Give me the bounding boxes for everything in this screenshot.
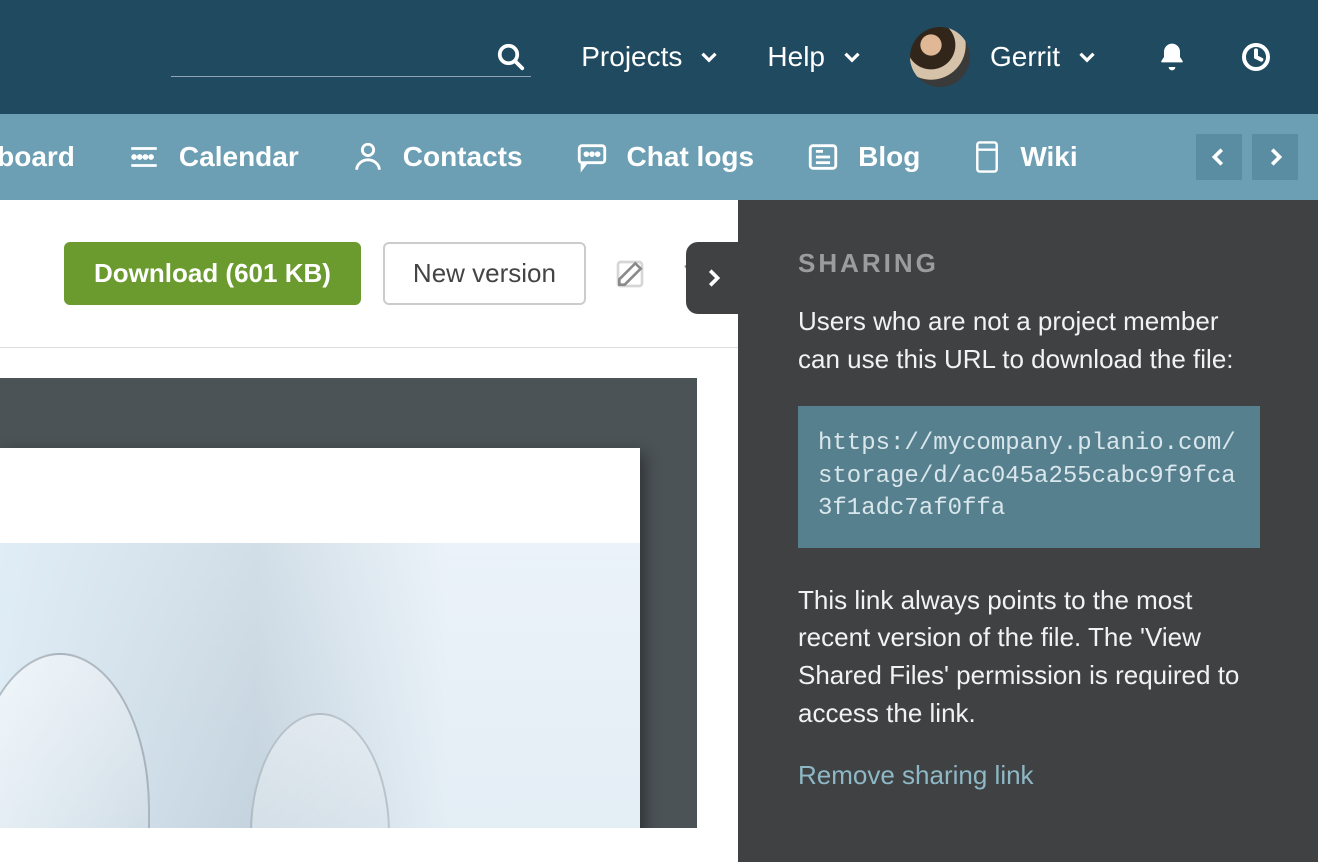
page-icon xyxy=(972,140,1002,174)
news-icon xyxy=(806,140,840,174)
pencil-icon xyxy=(614,258,646,290)
download-button[interactable]: Download (601 KB) xyxy=(64,242,361,305)
tab-contacts[interactable]: Contacts xyxy=(325,114,549,200)
sharing-panel: SHARING Users who are not a project memb… xyxy=(738,200,1318,862)
panel-collapse-toggle[interactable] xyxy=(686,242,740,314)
calendar-icon xyxy=(127,140,161,174)
tab-blog[interactable]: Blog xyxy=(780,114,946,200)
top-header: Projects Help Gerrit xyxy=(0,0,1318,114)
main-content: Download (601 KB) New version SHARING Us… xyxy=(0,200,1318,862)
sharing-note: This link always points to the most rece… xyxy=(798,582,1260,733)
preview-image xyxy=(0,543,640,828)
chevron-down-icon xyxy=(839,44,865,70)
chevron-right-icon xyxy=(702,267,724,289)
tab-wiki[interactable]: Wiki xyxy=(946,114,1103,200)
avatar xyxy=(910,27,970,87)
tabs-scroll-left[interactable] xyxy=(1196,134,1242,180)
tab-label: Chat logs xyxy=(627,141,755,173)
new-version-button[interactable]: New version xyxy=(383,242,586,305)
notifications-icon[interactable] xyxy=(1150,35,1194,79)
sharing-url[interactable]: https://mycompany.planio.com/storage/d/a… xyxy=(798,406,1260,547)
clock-icon[interactable] xyxy=(1234,35,1278,79)
projects-label: Projects xyxy=(581,41,682,73)
chevron-down-icon xyxy=(1074,44,1100,70)
tab-label: Calendar xyxy=(179,141,299,173)
sharing-title: SHARING xyxy=(798,248,1260,279)
remove-sharing-link[interactable]: Remove sharing link xyxy=(798,760,1034,790)
tab-calendar[interactable]: Calendar xyxy=(101,114,325,200)
chat-icon xyxy=(575,140,609,174)
tab-label: Blog xyxy=(858,141,920,173)
tab-label: Wiki xyxy=(1020,141,1077,173)
tab-chat-logs[interactable]: Chat logs xyxy=(549,114,781,200)
help-menu[interactable]: Help xyxy=(767,41,865,73)
person-icon xyxy=(351,140,385,174)
edit-button[interactable] xyxy=(608,252,652,296)
user-menu[interactable]: Gerrit xyxy=(910,27,1100,87)
chevron-down-icon xyxy=(696,44,722,70)
sharing-intro: Users who are not a project member can u… xyxy=(798,303,1260,378)
search-input[interactable] xyxy=(171,37,531,77)
tab-agile-board[interactable]: le board xyxy=(0,114,101,200)
help-label: Help xyxy=(767,41,825,73)
chevron-right-icon xyxy=(1264,146,1286,168)
project-tabs: le board Calendar Contacts Chat logs Blo… xyxy=(0,114,1318,200)
projects-menu[interactable]: Projects xyxy=(581,41,722,73)
search-icon[interactable] xyxy=(491,37,531,77)
tab-label: le board xyxy=(0,141,75,173)
user-name: Gerrit xyxy=(990,41,1060,73)
tab-label: Contacts xyxy=(403,141,523,173)
tabs-scroll-right[interactable] xyxy=(1252,134,1298,180)
chevron-left-icon xyxy=(1208,146,1230,168)
search-box xyxy=(171,37,531,77)
